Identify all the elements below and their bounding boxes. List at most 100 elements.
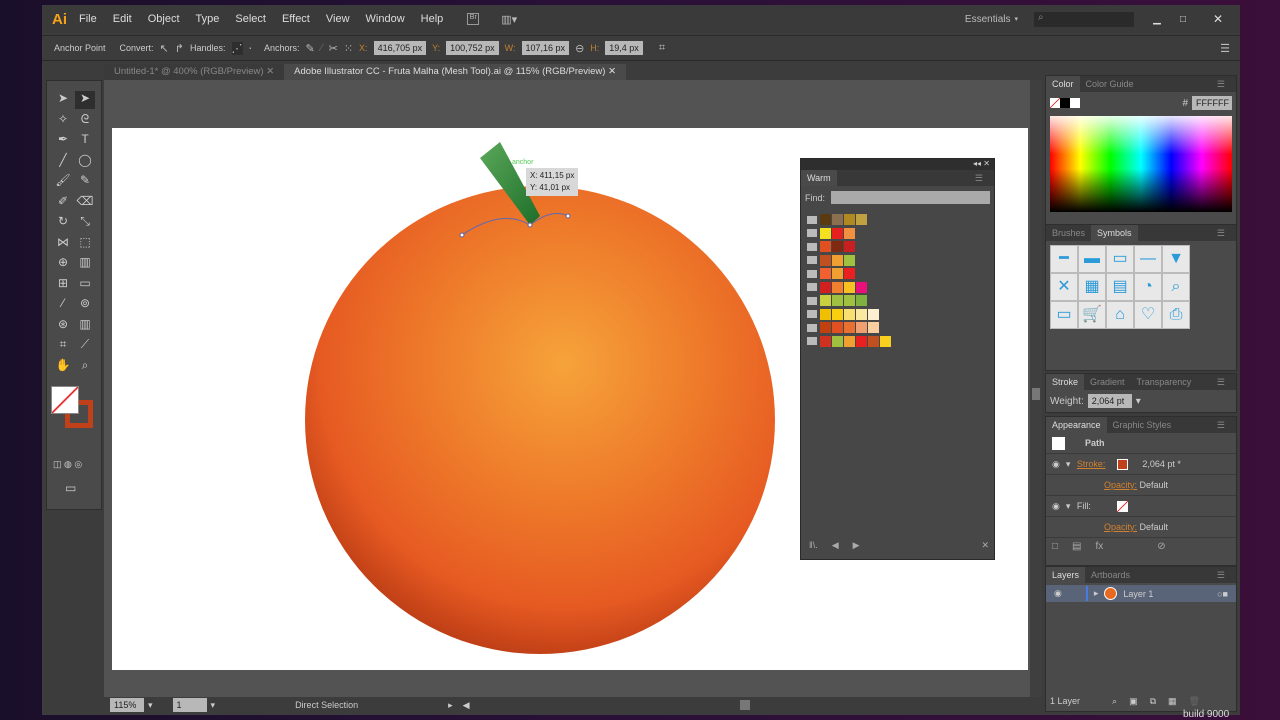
status-menu-icon[interactable]: ▸ bbox=[448, 700, 453, 711]
free-transform-tool-icon[interactable]: ⬚ bbox=[75, 235, 95, 253]
width-tool-icon[interactable]: ⋈ bbox=[53, 235, 73, 253]
constrain-link-icon[interactable]: ⊖ bbox=[575, 42, 584, 55]
swatch-group[interactable] bbox=[807, 227, 988, 241]
new-sublayer-icon[interactable]: ⧉ bbox=[1150, 696, 1156, 707]
h-field[interactable]: 19,4 px bbox=[605, 41, 643, 55]
fill-label[interactable]: Fill: bbox=[1077, 501, 1091, 511]
target-icon[interactable]: ○■ bbox=[1217, 589, 1228, 599]
artboard-tool-icon[interactable]: ⌗ bbox=[53, 337, 73, 355]
panel-menu-icon[interactable]: ☰ bbox=[1211, 570, 1231, 581]
color-swatch[interactable] bbox=[820, 268, 831, 280]
clipping-mask-icon[interactable]: ▣ bbox=[1129, 696, 1138, 707]
line-tool-icon[interactable]: ╱ bbox=[53, 153, 73, 171]
gradient-tool-icon[interactable]: ▭ bbox=[75, 276, 95, 294]
color-swatch[interactable] bbox=[820, 214, 831, 226]
color-swatch[interactable] bbox=[820, 295, 831, 307]
color-swatch[interactable] bbox=[832, 308, 843, 320]
calendar-symbol-icon[interactable]: ▦ bbox=[1078, 273, 1106, 301]
menu-window[interactable]: Window bbox=[366, 13, 405, 25]
color-swatch[interactable] bbox=[844, 281, 855, 293]
screen-mode-icon[interactable]: ▭ bbox=[65, 481, 76, 495]
rss-symbol-icon[interactable]: ◔ bbox=[1134, 273, 1162, 301]
color-swatch[interactable] bbox=[856, 322, 867, 334]
menu-select[interactable]: Select bbox=[235, 13, 266, 25]
swatch-group[interactable] bbox=[807, 240, 988, 254]
arrange-documents-icon[interactable]: ▥▾ bbox=[501, 13, 517, 26]
bar-1-symbol-icon[interactable]: ━ bbox=[1050, 245, 1078, 273]
blob-brush-tool-icon[interactable]: ✐ bbox=[53, 194, 73, 212]
pencil-tool-icon[interactable]: ✎ bbox=[75, 173, 95, 191]
color-swatch[interactable] bbox=[856, 295, 867, 307]
panel-menu-icon[interactable]: ☰ bbox=[1211, 228, 1231, 239]
hscroll-thumb[interactable] bbox=[739, 700, 750, 710]
zoom-field[interactable]: 115% bbox=[110, 698, 144, 712]
swatch-group[interactable] bbox=[807, 254, 988, 268]
opacity-label[interactable]: Opacity: bbox=[1104, 522, 1137, 532]
menu-effect[interactable]: Effect bbox=[282, 13, 310, 25]
color-swatch[interactable] bbox=[832, 254, 843, 266]
menu-view[interactable]: View bbox=[326, 13, 350, 25]
color-swatch[interactable] bbox=[844, 335, 855, 347]
stroke-swatch[interactable] bbox=[1117, 458, 1129, 470]
zoom-tool-icon[interactable]: ⌕ bbox=[75, 358, 95, 376]
swatch-group[interactable] bbox=[807, 321, 988, 335]
x-field[interactable]: 416,705 px bbox=[373, 41, 427, 55]
color-swatch[interactable] bbox=[844, 322, 855, 334]
close-tab-icon[interactable]: ✕ bbox=[608, 66, 616, 77]
connect-anchor-icon[interactable]: ⁄ bbox=[321, 42, 323, 54]
locate-object-icon[interactable]: ⌕ bbox=[1112, 696, 1117, 707]
search-symbol-icon[interactable]: ⌕ bbox=[1162, 273, 1190, 301]
find-input[interactable] bbox=[831, 191, 990, 204]
show-handles-icon[interactable]: ⋰ bbox=[231, 41, 243, 55]
color-swatch[interactable] bbox=[832, 295, 843, 307]
hex-field[interactable]: FFFFFF bbox=[1192, 96, 1232, 110]
close-button[interactable]: ✕ bbox=[1196, 12, 1240, 26]
workspace-dropdown-icon[interactable]: ▾ bbox=[1014, 15, 1018, 23]
panel-menu-icon[interactable]: ☰ bbox=[1211, 79, 1231, 90]
blend-tool-icon[interactable]: ⊚ bbox=[75, 296, 95, 314]
artboard-dropdown-icon[interactable]: ▾ bbox=[211, 700, 216, 711]
menu-help[interactable]: Help bbox=[421, 13, 444, 25]
maximize-button[interactable]: □ bbox=[1170, 14, 1196, 25]
tab-gradient[interactable]: Gradient bbox=[1084, 377, 1131, 387]
tab-stroke[interactable]: Stroke bbox=[1046, 374, 1085, 390]
new-layer-icon[interactable]: ▦ bbox=[1168, 696, 1177, 707]
color-swatch[interactable] bbox=[844, 268, 855, 280]
visibility-eye-icon[interactable]: ◉ bbox=[1052, 501, 1060, 512]
delete-layer-icon[interactable]: 🗑 bbox=[1189, 696, 1200, 707]
swatch-group[interactable] bbox=[807, 281, 988, 295]
color-swatch[interactable] bbox=[844, 295, 855, 307]
rotate-tool-icon[interactable]: ↻ bbox=[53, 214, 73, 232]
drawing-modes-icons[interactable]: ◫ ◍ ◎ bbox=[53, 459, 82, 470]
pen-tool-icon[interactable]: ✒ bbox=[53, 132, 73, 150]
paintbrush-tool-icon[interactable]: 🖌 bbox=[53, 173, 73, 191]
color-swatch[interactable] bbox=[832, 268, 843, 280]
printer-symbol-icon[interactable]: ⎙ bbox=[1162, 301, 1190, 329]
remove-anchor-icon[interactable]: ✎ bbox=[306, 42, 315, 55]
color-swatch[interactable] bbox=[820, 227, 831, 239]
swatch-group[interactable] bbox=[807, 294, 988, 308]
minimize-button[interactable]: ▁ bbox=[1144, 14, 1170, 25]
color-swatch[interactable] bbox=[820, 335, 831, 347]
tab-color-guide[interactable]: Color Guide bbox=[1080, 79, 1140, 89]
color-swatch[interactable] bbox=[844, 308, 855, 320]
color-spectrum[interactable] bbox=[1050, 116, 1232, 212]
tab-artboards[interactable]: Artboards bbox=[1085, 570, 1136, 580]
add-stroke-icon[interactable]: □ bbox=[1052, 541, 1058, 552]
color-swatch[interactable] bbox=[820, 322, 831, 334]
hide-handles-icon[interactable]: ⋅ bbox=[249, 42, 253, 55]
next-library-icon[interactable]: ▶ bbox=[853, 540, 860, 551]
hand-tool-icon[interactable]: ✋ bbox=[53, 358, 73, 376]
opacity-label[interactable]: Opacity: bbox=[1104, 480, 1137, 490]
tab-graphic-styles[interactable]: Graphic Styles bbox=[1107, 420, 1178, 430]
zoom-dropdown-icon[interactable]: ▾ bbox=[148, 700, 153, 711]
add-fill-icon[interactable]: ▤ bbox=[1072, 541, 1081, 552]
stroke-row[interactable]: ◉ ▾ Stroke: 2,064 pt * bbox=[1046, 454, 1236, 475]
bar-2-symbol-icon[interactable]: ▬ bbox=[1078, 245, 1106, 273]
vertical-scrollbar[interactable] bbox=[1030, 80, 1042, 697]
close-symbol-icon[interactable]: ✕ bbox=[1050, 273, 1078, 301]
tab-color[interactable]: Color bbox=[1046, 76, 1080, 92]
tab-symbols[interactable]: Symbols bbox=[1091, 225, 1138, 241]
symbol-sprayer-tool-icon[interactable]: ⊛ bbox=[53, 317, 73, 335]
visibility-eye-icon[interactable]: ◉ bbox=[1054, 588, 1062, 599]
